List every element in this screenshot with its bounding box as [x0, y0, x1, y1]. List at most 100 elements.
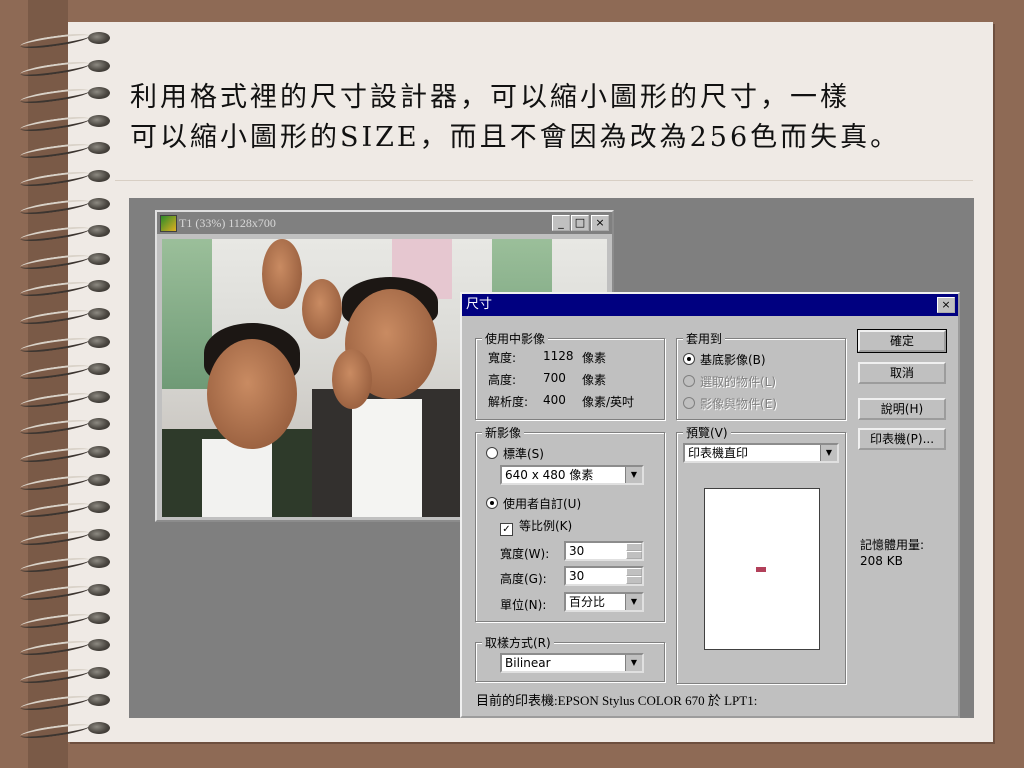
coil-hole [88, 225, 110, 238]
preview-legend: 預覽(V) [683, 424, 731, 441]
keep-ratio-label: 等比例(K) [519, 519, 573, 533]
dropdown-arrow-icon[interactable]: ▼ [820, 445, 837, 461]
coil-hole [88, 418, 110, 431]
current-width-label: 寬度: [488, 351, 517, 365]
minimize-button[interactable]: _ [552, 215, 570, 231]
spin-up-icon[interactable] [626, 568, 642, 576]
new-width-value: 30 [569, 544, 585, 558]
dialog-title: 尺寸 [466, 297, 493, 312]
new-height-stepper[interactable]: 30 [564, 566, 644, 586]
standard-size-radio[interactable]: 標準(S) [486, 445, 544, 462]
keep-ratio-checkbox[interactable]: ✓ 等比例(K) [500, 517, 572, 536]
spiral-coil [19, 638, 110, 659]
coil-hole [88, 87, 110, 100]
dialog-titlebar[interactable]: 尺寸 × [462, 294, 958, 316]
heading-line-1: 利用格式裡的尺寸設計器，可以縮小圖形的尺寸，一樣 [130, 82, 850, 113]
coil-hole [88, 335, 110, 348]
coil-hole [88, 722, 110, 734]
spiral-coil [19, 583, 110, 603]
coil-hole [88, 446, 110, 458]
hand [262, 239, 302, 309]
dropdown-arrow-icon[interactable]: ▼ [625, 594, 642, 610]
current-width-value: 1128 [543, 349, 574, 363]
spiral-coil [19, 693, 110, 714]
spiral-coil [19, 610, 110, 631]
memory-label: 記憶體用量: [860, 538, 925, 552]
person-face [207, 339, 297, 449]
spin-down-icon[interactable] [626, 551, 642, 559]
close-button[interactable]: × [591, 215, 609, 231]
memory-value: 208 KB [860, 554, 903, 568]
coil-hole [88, 390, 110, 403]
unit-select[interactable]: 百分比 ▼ [564, 592, 644, 612]
dropdown-arrow-icon[interactable]: ▼ [625, 467, 642, 483]
spiral-coil [19, 169, 110, 189]
spiral-coil [19, 555, 110, 576]
maximize-button[interactable]: □ [571, 215, 589, 231]
apply-to-group: 套用到 基底影像(B) 選取的物件(L) 影像與物件(E) [676, 330, 846, 420]
new-image-group: 新影像 標準(S) 640 x 480 像素 ▼ 使用者自訂(U) ✓ 等比例(K… [475, 424, 665, 622]
coil-hole [88, 584, 110, 596]
slide-heading: 利用格式裡的尺寸設計器，可以縮小圖形的尺寸，一樣 可以縮小圖形的SIZE，而且不… [130, 78, 970, 158]
new-image-legend: 新影像 [482, 424, 525, 441]
coil-hole [88, 142, 110, 155]
custom-size-label: 使用者自訂(U) [503, 497, 582, 511]
new-height-label: 高度(G): [500, 572, 547, 586]
image-window-titlebar[interactable]: T1 (33%) 1128x700 _ □ × [157, 212, 612, 234]
sampling-select[interactable]: Bilinear ▼ [500, 653, 644, 673]
ok-button[interactable]: 確定 [857, 329, 947, 353]
spiral-coil [19, 141, 110, 162]
spiral-coil [19, 251, 110, 272]
coil-hole [88, 694, 110, 707]
print-preview-page [704, 488, 820, 650]
hand [332, 349, 372, 409]
apply-base-image-radio[interactable]: 基底影像(B) [683, 351, 766, 368]
spiral-coil [19, 196, 110, 217]
spiral-coil [19, 362, 110, 383]
printer-button[interactable]: 印表機(P)... [858, 428, 946, 450]
spin-up-icon[interactable] [626, 543, 642, 551]
spiral-coil [19, 721, 110, 741]
coil-hole [88, 32, 110, 44]
spiral-coil [19, 417, 110, 438]
coil-hole [88, 308, 110, 320]
spiral-coil [19, 665, 110, 686]
apply-image-and-objects-label: 影像與物件(E) [700, 397, 777, 411]
preview-mode-select[interactable]: 印表機直印 ▼ [683, 443, 839, 463]
coil-hole [88, 473, 110, 486]
new-width-stepper[interactable]: 30 [564, 541, 644, 561]
dialog-close-button[interactable]: × [937, 297, 955, 313]
sampling-group: 取樣方式(R) Bilinear ▼ [475, 634, 665, 682]
cancel-button[interactable]: 取消 [858, 362, 946, 384]
apply-to-legend: 套用到 [683, 330, 726, 347]
divider [115, 180, 973, 181]
spiral-coil [19, 445, 110, 465]
standard-size-label: 標準(S) [503, 447, 544, 461]
coil-hole [88, 611, 110, 624]
apply-base-image-label: 基底影像(B) [700, 353, 766, 367]
current-height-value: 700 [543, 371, 566, 385]
radio-selected-icon [486, 497, 498, 509]
radio-icon [486, 447, 498, 459]
spiral-coil [19, 58, 110, 79]
coil-hole [88, 639, 110, 652]
spin-down-icon[interactable] [626, 576, 642, 584]
spiral-coil [19, 307, 110, 327]
spiral-coil [19, 500, 110, 521]
apply-selected-objects-label: 選取的物件(L) [700, 375, 777, 389]
sampling-value: Bilinear [505, 656, 551, 670]
standard-size-value: 640 x 480 像素 [505, 468, 594, 482]
help-button[interactable]: 說明(H) [858, 398, 946, 420]
spiral-coil [19, 527, 110, 548]
resize-dialog[interactable]: 尺寸 × 使用中影像 寬度: 1128 像素 高度: 700 像素 解析度: 4… [460, 292, 960, 718]
person-shirt [202, 439, 272, 517]
new-height-value: 30 [569, 569, 585, 583]
coil-hole [88, 280, 110, 293]
current-image-legend: 使用中影像 [482, 330, 549, 347]
standard-size-select[interactable]: 640 x 480 像素 ▼ [500, 465, 644, 485]
apply-image-and-objects-radio: 影像與物件(E) [683, 395, 777, 412]
custom-size-radio[interactable]: 使用者自訂(U) [486, 495, 581, 512]
spiral-coil [19, 86, 110, 107]
coil-hole [88, 197, 110, 210]
dropdown-arrow-icon[interactable]: ▼ [625, 655, 642, 671]
